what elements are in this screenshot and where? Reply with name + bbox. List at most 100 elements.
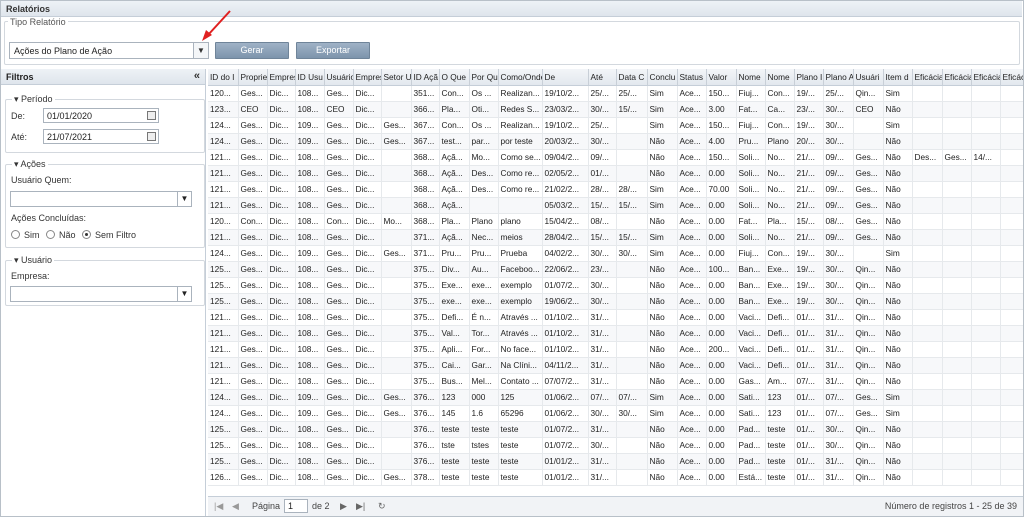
table-cell bbox=[381, 261, 412, 278]
table-cell bbox=[971, 85, 1001, 102]
table-row[interactable]: 121... Ges... Dic... 108... Ges... Dic... 375.… bbox=[208, 341, 1023, 358]
calendar-icon[interactable] bbox=[147, 132, 156, 141]
column-header[interactable]: O Que bbox=[439, 69, 470, 86]
user-who-select[interactable]: ▼ bbox=[10, 191, 192, 207]
table-row[interactable]: 121... Ges... Dic... 108... Ges... Dic... 375.… bbox=[208, 309, 1023, 326]
table-cell bbox=[1000, 469, 1023, 486]
radio-sem-filtro[interactable] bbox=[82, 230, 91, 239]
table-row[interactable]: 125... Ges... Dic... 108... Ges... Dic... 375.… bbox=[208, 261, 1023, 278]
table-cell: 09/... bbox=[588, 149, 617, 166]
actions-legend[interactable]: ▾ Ações bbox=[12, 159, 48, 170]
table-row[interactable]: 125... Ges... Dic... 108... Ges... Dic... 375.… bbox=[208, 293, 1023, 310]
column-header[interactable]: Data C bbox=[616, 69, 648, 86]
table-cell: 0.00 bbox=[706, 277, 737, 294]
table-row[interactable]: 124... Ges... Dic... 109... Ges... Dic... Ges.… bbox=[208, 245, 1023, 262]
table-row[interactable]: 121... Ges... Dic... 108... Ges... Dic... 368.… bbox=[208, 165, 1023, 182]
table-cell: 31/... bbox=[588, 453, 617, 470]
table-row[interactable]: 124... Ges... Dic... 109... Ges... Dic... Ges.… bbox=[208, 133, 1023, 150]
table-row[interactable]: 121... Ges... Dic... 108... Ges... Dic... 368.… bbox=[208, 149, 1023, 166]
chevron-down-icon[interactable]: ▼ bbox=[193, 43, 208, 58]
table-row[interactable]: 124... Ges... Dic... 109... Ges... Dic... Ges.… bbox=[208, 117, 1023, 134]
table-row[interactable]: 120... Ges... Dic... 108... Ges... Dic... 351.… bbox=[208, 85, 1023, 102]
table-cell: Ges... bbox=[853, 389, 884, 406]
table-row[interactable]: 126... Ges... Dic... 108... Ges... Dic... Ges.… bbox=[208, 469, 1023, 486]
table-row[interactable]: 121... Ges... Dic... 108... Ges... Dic... 368.… bbox=[208, 197, 1023, 214]
to-label: Até: bbox=[11, 132, 28, 142]
column-header[interactable]: Item d bbox=[883, 69, 913, 86]
column-header[interactable]: Empres bbox=[353, 69, 382, 86]
period-legend[interactable]: ▾ Período bbox=[12, 94, 55, 105]
next-page-icon[interactable]: ▶ bbox=[340, 501, 347, 512]
column-header[interactable]: Valor bbox=[706, 69, 737, 86]
report-type-select[interactable]: Ações do Plano de Ação ▼ bbox=[9, 42, 209, 59]
column-header[interactable]: Nome bbox=[736, 69, 766, 86]
user-legend[interactable]: ▾ Usuário bbox=[12, 255, 55, 266]
radio-sim[interactable] bbox=[11, 230, 20, 239]
column-header[interactable]: ID do I bbox=[208, 69, 239, 86]
table-cell bbox=[616, 341, 648, 358]
column-header[interactable]: Eficácia bbox=[912, 69, 943, 86]
column-header[interactable]: Eficác bbox=[1000, 69, 1023, 86]
table-row[interactable]: 124... Ges... Dic... 109... Ges... Dic... Ges.… bbox=[208, 389, 1023, 406]
table-row[interactable]: 123... CEO Dic... 108... CEO Dic... 366... Pla.… bbox=[208, 101, 1023, 118]
page-input[interactable]: 1 bbox=[284, 499, 308, 513]
collapse-icon[interactable]: « bbox=[194, 70, 200, 82]
table-row[interactable]: 121... Ges... Dic... 108... Ges... Dic... 375.… bbox=[208, 357, 1023, 374]
table-cell: Ges... bbox=[324, 165, 354, 182]
column-header[interactable]: Nome bbox=[765, 69, 795, 86]
table-row[interactable]: 120... Con... Dic... 108... Con... Dic... Mo..… bbox=[208, 213, 1023, 230]
table-cell: Dic... bbox=[353, 309, 382, 326]
last-page-icon[interactable]: ▶| bbox=[356, 501, 365, 512]
table-cell: 19/10/2... bbox=[542, 117, 589, 134]
refresh-icon[interactable]: ↻ bbox=[378, 501, 386, 512]
table-cell: Am... bbox=[765, 373, 795, 390]
column-header[interactable]: Como/Onde bbox=[498, 69, 543, 86]
column-header[interactable]: Conclu bbox=[647, 69, 678, 86]
calendar-icon[interactable] bbox=[147, 111, 156, 120]
column-header[interactable]: Empres bbox=[267, 69, 296, 86]
table-row[interactable]: 124... Ges... Dic... 109... Ges... Dic... Ges.… bbox=[208, 405, 1023, 422]
table-row[interactable]: 125... Ges... Dic... 108... Ges... Dic... 375.… bbox=[208, 277, 1023, 294]
generate-button[interactable]: Gerar bbox=[215, 42, 289, 59]
table-row[interactable]: 125... Ges... Dic... 108... Ges... Dic... 376.… bbox=[208, 453, 1023, 470]
prev-page-icon[interactable]: ◀ bbox=[232, 501, 239, 512]
table-cell bbox=[1000, 309, 1023, 326]
column-header[interactable]: ID Usu bbox=[295, 69, 325, 86]
column-header[interactable]: Plano I bbox=[794, 69, 824, 86]
table-cell bbox=[1000, 181, 1023, 198]
column-header[interactable]: Plano A bbox=[823, 69, 854, 86]
table-row[interactable]: 121... Ges... Dic... 108... Ges... Dic... 371.… bbox=[208, 229, 1023, 246]
export-button[interactable]: Exportar bbox=[296, 42, 370, 59]
table-row[interactable]: 121... Ges... Dic... 108... Ges... Dic... 375.… bbox=[208, 325, 1023, 342]
table-cell: 31/... bbox=[588, 325, 617, 342]
table-row[interactable]: 125... Ges... Dic... 108... Ges... Dic... 376.… bbox=[208, 421, 1023, 438]
to-date-input[interactable]: 21/07/2021 bbox=[43, 129, 159, 144]
column-header[interactable]: Setor U bbox=[381, 69, 412, 86]
column-header[interactable]: Status bbox=[677, 69, 707, 86]
table-row[interactable]: 121... Ges... Dic... 108... Ges... Dic... 368.… bbox=[208, 181, 1023, 198]
column-header[interactable]: Usuário bbox=[324, 69, 354, 86]
radio-nao[interactable] bbox=[46, 230, 55, 239]
column-header[interactable]: Por Qu bbox=[469, 69, 499, 86]
table-cell: Ges... bbox=[238, 453, 268, 470]
chevron-down-icon[interactable]: ▼ bbox=[177, 192, 191, 206]
column-header[interactable]: Usuári bbox=[853, 69, 884, 86]
column-header[interactable]: De bbox=[542, 69, 589, 86]
column-header[interactable]: Eficácia bbox=[971, 69, 1001, 86]
company-select[interactable]: ▼ bbox=[10, 286, 192, 302]
table-cell: Dic... bbox=[353, 133, 382, 150]
table-cell: Dic... bbox=[267, 357, 296, 374]
column-header[interactable]: Propriet bbox=[238, 69, 268, 86]
table-row[interactable]: 125... Ges... Dic... 108... Ges... Dic... 376.… bbox=[208, 437, 1023, 454]
table-cell: 30/... bbox=[588, 405, 617, 422]
from-date-input[interactable]: 01/01/2020 bbox=[43, 108, 159, 123]
table-row[interactable]: 121... Ges... Dic... 108... Ges... Dic... 375.… bbox=[208, 373, 1023, 390]
table-cell: Não bbox=[647, 453, 678, 470]
column-header[interactable]: Eficácia bbox=[942, 69, 972, 86]
table-cell: CEO bbox=[853, 101, 884, 118]
chevron-down-icon[interactable]: ▼ bbox=[177, 287, 191, 301]
table-cell: Não bbox=[883, 277, 913, 294]
column-header[interactable]: Até bbox=[588, 69, 617, 86]
first-page-icon[interactable]: |◀ bbox=[214, 501, 223, 512]
column-header[interactable]: ID Açã bbox=[411, 69, 440, 86]
